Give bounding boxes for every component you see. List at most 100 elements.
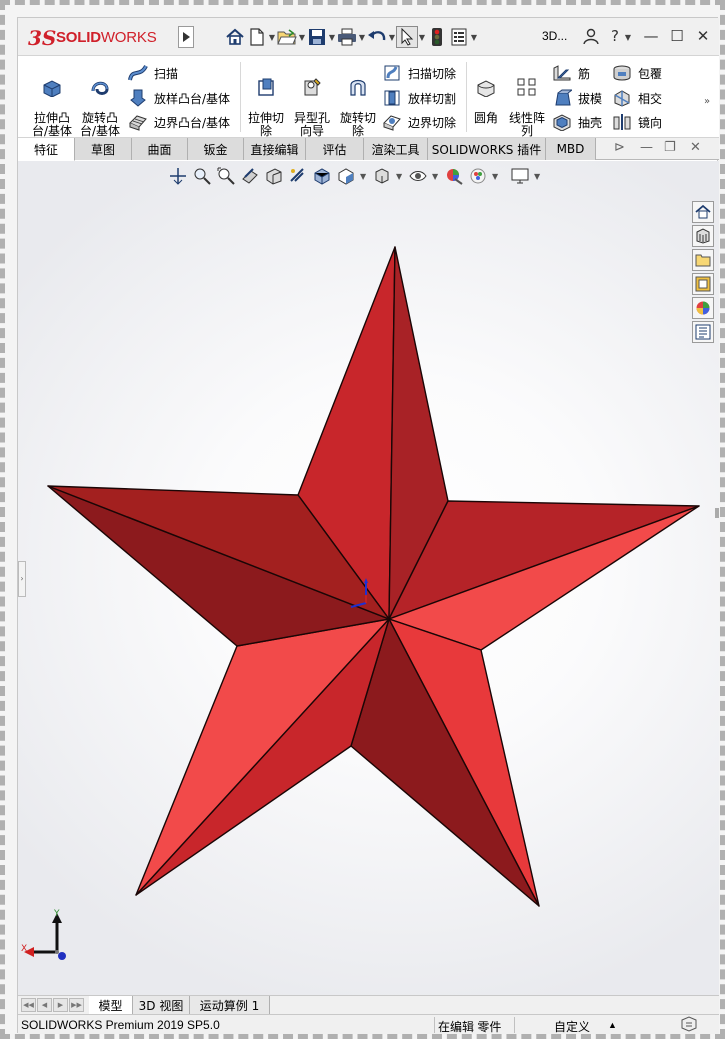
traffic-light-icon[interactable] (426, 26, 448, 48)
triad-x-label: X (21, 944, 28, 954)
shell-icon (553, 114, 571, 131)
triad-y-label: Y (54, 909, 60, 919)
solidworks-window: 3S SOLIDWORKS ▼ ▼ ▼ ▼ ▼ ▼ ▼ 3D... ? ▼ — … (17, 17, 719, 1034)
draft-icon (555, 89, 572, 106)
tab-evaluate[interactable]: 评估 (306, 138, 364, 160)
sweep-label: 扫描 (154, 66, 179, 81)
user-icon[interactable] (580, 26, 602, 46)
help-dropdown[interactable]: ▼ (624, 26, 632, 48)
close-icon[interactable]: ✕ (692, 26, 714, 46)
ribbon-more-icon[interactable]: » (704, 96, 710, 107)
tab-3d-views[interactable]: 3D 视图 (133, 996, 190, 1015)
revolve-boss-button[interactable]: 旋转凸 台/基体 (76, 64, 124, 138)
rib-button[interactable]: 筋 (552, 62, 590, 84)
print-dropdown[interactable]: ▼ (358, 26, 366, 48)
shell-label: 抽壳 (578, 115, 603, 130)
tab-sketch[interactable]: 草图 (75, 138, 132, 160)
home-icon[interactable] (224, 26, 246, 48)
panel-restore-icon[interactable]: ⊳ (614, 140, 625, 155)
unit-system[interactable]: 自定义 (554, 1018, 590, 1035)
save-icon[interactable] (306, 26, 328, 48)
tab-render-tools[interactable]: 渲染工具 (364, 138, 428, 160)
tab-surfaces[interactable]: 曲面 (132, 138, 188, 160)
sweep-cut-label: 扫描切除 (408, 66, 457, 81)
mirror-label: 镜向 (638, 115, 663, 130)
select-pointer-icon[interactable] (396, 26, 418, 48)
select-dropdown[interactable]: ▼ (418, 26, 426, 48)
prev-tab-arrow-icon[interactable]: ◀ (37, 998, 52, 1012)
red-star-model[interactable] (47, 246, 700, 907)
linear-pattern-icon (517, 78, 536, 96)
print-icon[interactable] (336, 26, 358, 48)
revolve-boss-icon (91, 81, 109, 95)
panel-close-icon[interactable]: ✕ (690, 140, 701, 155)
product-version: SOLIDWORKS Premium 2019 SP5.0 (21, 1018, 220, 1032)
loft-cut-label: 放样切割 (408, 91, 457, 106)
new-dropdown[interactable]: ▼ (268, 26, 276, 48)
menu-expand-button[interactable] (178, 26, 194, 48)
extrude-boss-button[interactable]: 拉伸凸 台/基体 (28, 64, 76, 138)
save-dropdown[interactable]: ▼ (328, 26, 336, 48)
tab-mbd[interactable]: MBD (546, 138, 596, 160)
panel-maximize-icon[interactable]: ❐ (664, 140, 676, 155)
shell-button[interactable]: 抽壳 (552, 111, 602, 133)
tab-sheet-metal[interactable]: 钣金 (188, 138, 244, 160)
new-document-icon[interactable] (246, 26, 268, 48)
graphics-area[interactable]: ▼ ▼ ▼ ▼ ▼ › Y X (18, 161, 719, 995)
wrap-button[interactable]: 包覆 (612, 62, 662, 84)
bottom-tabs: ◀◀ ◀ ▶ ▶▶ 模型 3D 视图 运动算例 1 (18, 995, 719, 1015)
panel-minimize-icon[interactable]: — (640, 140, 653, 155)
linear-pattern-label: 线性阵 列 (508, 111, 545, 138)
boundary-cut-button[interactable]: 边界切除 (382, 111, 456, 133)
unit-system-dropdown[interactable]: ▲ (608, 1020, 617, 1030)
boundary-boss-icon (129, 115, 147, 131)
solidworks-logo[interactable]: 3S SOLIDWORKS (28, 26, 178, 50)
minimize-icon[interactable]: — (640, 26, 662, 46)
loft-cut-button[interactable]: 放样切割 (382, 87, 456, 109)
quick-tips-icon[interactable] (680, 1016, 698, 1035)
boundary-cut-icon (383, 115, 401, 131)
sweep-cut-icon (384, 65, 400, 81)
status-separator (514, 1017, 515, 1033)
tab-direct-editing[interactable]: 直接编辑 (244, 138, 306, 160)
first-tab-arrow-icon[interactable]: ◀◀ (21, 998, 36, 1012)
extrude-cut-button[interactable]: 拉伸切 除 (242, 64, 290, 138)
maximize-icon[interactable]: ☐ (666, 26, 688, 46)
axis-triad-icon (24, 913, 66, 960)
revolve-cut-button[interactable]: 旋转切 除 (334, 64, 382, 138)
sweep-cut-button[interactable]: 扫描切除 (382, 62, 456, 84)
loft-boss-button[interactable]: 放样凸台/基体 (128, 87, 230, 109)
draft-button[interactable]: 拔模 (552, 87, 602, 109)
help-icon[interactable]: ? (604, 26, 626, 46)
search-label[interactable]: 3D... (542, 29, 567, 43)
undo-icon[interactable] (366, 26, 388, 48)
undo-dropdown[interactable]: ▼ (388, 26, 396, 48)
intersect-button[interactable]: 相交 (612, 87, 662, 109)
open-dropdown[interactable]: ▼ (298, 26, 306, 48)
sweep-button[interactable]: 扫描 (128, 62, 178, 84)
boundary-boss-label: 边界凸台/基体 (154, 115, 231, 130)
title-bar: 3S SOLIDWORKS ▼ ▼ ▼ ▼ ▼ ▼ ▼ 3D... ? ▼ — … (18, 18, 719, 56)
hole-wizard-label: 异型孔 向导 (293, 111, 330, 138)
last-tab-arrow-icon[interactable]: ▶▶ (69, 998, 84, 1012)
options-icon[interactable] (448, 26, 470, 48)
options-dropdown[interactable]: ▼ (470, 26, 478, 48)
tab-features[interactable]: 特征 (18, 138, 75, 161)
view-triad[interactable]: Y X (18, 909, 78, 969)
status-bar: SOLIDWORKS Premium 2019 SP5.0 在编辑 零件 自定义… (18, 1014, 719, 1034)
next-tab-arrow-icon[interactable]: ▶ (53, 998, 68, 1012)
tab-solidworks-addins[interactable]: SOLIDWORKS 插件 (428, 138, 546, 160)
star-face-bottom-left-arm-b[interactable] (135, 618, 390, 896)
rib-icon (553, 65, 571, 81)
logo-text-light: WORKS (100, 29, 157, 46)
command-manager-ribbon: 拉伸凸 台/基体 旋转凸 台/基体 扫描 放样凸台/基体 边界凸台/基体 拉伸切… (18, 56, 719, 150)
tab-model[interactable]: 模型 (89, 996, 133, 1015)
open-folder-icon[interactable] (276, 26, 298, 48)
sweep-icon (128, 64, 148, 81)
hole-wizard-icon (304, 78, 321, 96)
loft-boss-icon (130, 89, 146, 107)
boundary-boss-button[interactable]: 边界凸台/基体 (128, 111, 230, 133)
mirror-button[interactable]: 镜向 (612, 111, 662, 133)
tab-motion-study[interactable]: 运动算例 1 (190, 996, 270, 1015)
fillet-icon (477, 80, 495, 97)
